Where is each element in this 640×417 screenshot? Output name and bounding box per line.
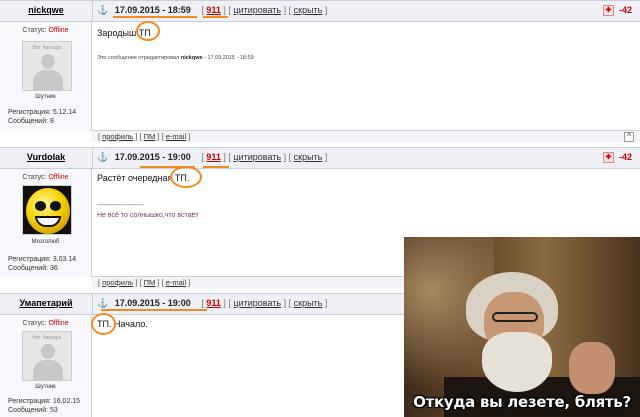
status-value: Offline (48, 27, 69, 34)
post-meta: ⚓ 17.09.2015 - 19:00 [ 911 ] [ цитироват… (97, 152, 328, 162)
user-rank: Мозголюб (31, 239, 60, 245)
edit-note: Это сообщение отредактировал nickqwe - 1… (97, 55, 254, 61)
avatar-head-shape (41, 54, 55, 69)
meme-glasses-shape (492, 312, 538, 322)
user-status: Статус: Offline (22, 174, 69, 181)
user-status: Статус: Offline (22, 320, 69, 327)
post-number-link[interactable]: 911 (206, 152, 221, 162)
avatar-placeholder-text: Нет Аватара (32, 335, 62, 341)
anchor-icon[interactable]: ⚓ (97, 5, 108, 15)
quote-link[interactable]: цитировать (233, 5, 281, 15)
post-number-link[interactable]: 911 (206, 298, 221, 308)
profile-link[interactable]: профиль (102, 278, 133, 287)
post-rating: ✚ -42 (602, 5, 632, 17)
signature-text: Не всё то солнышко,что встаёт (97, 212, 199, 219)
post-meta: ⚓ 17.09.2015 - 19:00 [ 911 ] [ цитироват… (97, 298, 328, 308)
annotation-underline (203, 166, 229, 168)
message-count: 36 (50, 265, 58, 272)
post-date: 17.09.2015 - 19:00 (114, 298, 191, 308)
avatar-body-shape (33, 360, 63, 380)
message-count: 53 (50, 407, 58, 414)
user-stats: Регистрация: 3.03.14 Сообщений: 36 (8, 256, 77, 272)
user-rank: Шутник (35, 384, 56, 390)
user-info: Статус: Offline Нет Аватара Шутник Регис… (0, 315, 92, 417)
post-header: nickqwe ⚓ 17.09.2015 - 18:59 [ 911 ] [ ц… (0, 0, 640, 22)
avatar-body-shape (33, 70, 63, 90)
user-rank: Шутник (35, 94, 56, 100)
user-stats: Регистрация: 16.02.15 Сообщений: 53 (8, 398, 81, 414)
hide-link[interactable]: скрыть (294, 152, 323, 162)
signature: -------------------- Не всё то солнышко,… (97, 201, 199, 221)
email-link[interactable]: e-mail (166, 278, 186, 287)
annotation-circle (136, 21, 160, 41)
user-info: Статус: Offline Нет Аватара Шутник Регис… (0, 22, 92, 131)
annotation-underline (101, 309, 207, 311)
hide-link[interactable]: скрыть (294, 298, 323, 308)
avatar (22, 185, 72, 235)
email-link[interactable]: e-mail (166, 132, 186, 141)
username-link[interactable]: Умапетарий (0, 298, 92, 308)
post-1: nickqwe ⚓ 17.09.2015 - 18:59 [ 911 ] [ ц… (0, 0, 640, 143)
avatar: Нет Аватара (22, 41, 72, 91)
post-date: 17.09.2015 - 18:59 (114, 5, 191, 15)
post-number-link[interactable]: 911 (206, 5, 221, 15)
avatar-head-shape (41, 344, 55, 359)
meme-hand-shape (569, 342, 615, 394)
user-stats: Регистрация: 5.12.14 Сообщений: 8 (8, 109, 77, 125)
annotation-underline (203, 16, 228, 18)
meme-beard-shape (482, 332, 552, 392)
pm-link[interactable]: ПМ (144, 132, 156, 141)
status-value: Offline (48, 320, 69, 327)
post-meta: ⚓ 17.09.2015 - 18:59 [ 911 ] [ цитироват… (97, 5, 328, 15)
pm-link[interactable]: ПМ (144, 278, 156, 287)
scroll-up-icon[interactable]: ^ (624, 132, 634, 142)
anchor-icon[interactable]: ⚓ (97, 298, 108, 308)
post-header: Vurdolak ⚓ 17.09.2015 - 19:00 [ 911 ] [ … (0, 147, 640, 169)
post-footer: [ профиль ] [ ПМ ] [ e-mail ] ^ (92, 130, 640, 142)
divider (92, 1, 93, 21)
meme-image: Откуда вы лезете, блять? (404, 237, 640, 417)
profile-link[interactable]: профиль (102, 132, 133, 141)
annotation-underline (113, 16, 197, 18)
username-link[interactable]: nickqwe (0, 5, 92, 15)
rating-value: -42 (618, 152, 632, 162)
signature-separator: -------------------- (97, 202, 144, 209)
username-link[interactable]: Vurdolak (0, 152, 92, 162)
divider (92, 148, 93, 168)
avatar: Нет Аватара (22, 331, 72, 381)
message-count: 8 (50, 118, 54, 125)
post-date: 17.09.2015 - 19:00 (114, 152, 191, 162)
rating-icon[interactable]: ✚ (602, 152, 614, 164)
meme-caption: Откуда вы лезете, блять? (413, 393, 631, 411)
smiley-skull-icon (26, 188, 70, 234)
quote-link[interactable]: цитировать (233, 152, 281, 162)
registration-date: 5.12.14 (52, 109, 77, 116)
registration-date: 3.03.14 (52, 256, 77, 263)
hide-link[interactable]: скрыть (294, 5, 323, 15)
annotation-circle (170, 166, 202, 188)
quote-link[interactable]: цитировать (233, 298, 281, 308)
rating-icon[interactable]: ✚ (602, 5, 614, 17)
divider (92, 294, 93, 314)
annotation-circle (91, 313, 116, 335)
anchor-icon[interactable]: ⚓ (97, 152, 108, 162)
avatar-placeholder-text: Нет Аватара (32, 45, 62, 51)
user-status: Статус: Offline (22, 27, 69, 34)
registration-date: 16.02.15 (52, 398, 81, 405)
rating-value: -42 (618, 5, 632, 15)
status-value: Offline (48, 174, 69, 181)
post-rating: ✚ -42 (602, 152, 632, 164)
user-info: Статус: Offline Мозголюб Регистрация: 3.… (0, 169, 92, 277)
